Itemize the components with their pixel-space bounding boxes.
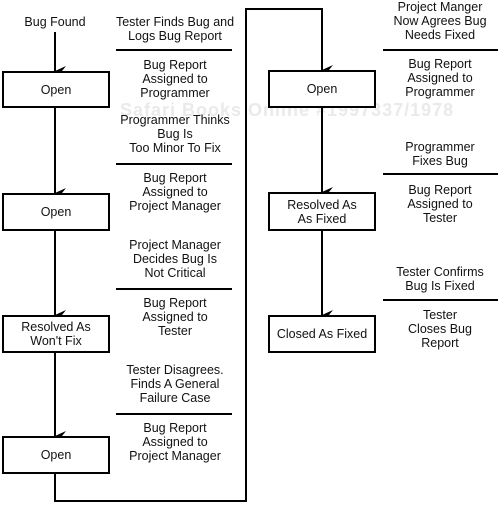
note: Tester Confirms Bug Is Fixed (396, 265, 484, 293)
state-box-closed-fixed: Closed As Fixed (268, 315, 376, 353)
note: Programmer Fixes Bug (405, 140, 475, 168)
note: Bug Report Assigned to Project Manager (129, 171, 221, 213)
state-box-resolved-fixed: Resolved As As Fixed (268, 192, 376, 231)
note: Project Manger Now Agrees Bug Needs Fixe… (393, 0, 487, 42)
note: Bug Report Assigned to Project Manager (129, 421, 221, 463)
note: Bug Report Assigned to Programmer (405, 57, 475, 99)
note: Bug Report Assigned to Tester (142, 296, 208, 338)
note: Tester Disagrees. Finds A General Failur… (126, 363, 224, 405)
state-box-open: Open (268, 70, 376, 108)
bug-lifecycle-diagram: Safari Books Online #1997337/1978 Bug Fo… (0, 0, 500, 505)
note: Programmer Thinks Bug Is Too Minor To Fi… (120, 113, 230, 155)
note: Project Manager Decides Bug Is Not Criti… (129, 238, 221, 280)
state-box-open: Open (2, 193, 110, 231)
note: Bug Report Assigned to Programmer (140, 58, 210, 100)
start-label: Bug Found (24, 15, 86, 29)
state-box-open: Open (2, 71, 110, 108)
state-box-resolved-wont-fix: Resolved As Won't Fix (2, 315, 110, 353)
note: Bug Report Assigned to Tester (407, 183, 473, 225)
state-box-open: Open (2, 436, 110, 474)
note: Tester Closes Bug Report (408, 308, 472, 350)
note: Tester Finds Bug and Logs Bug Report (115, 15, 235, 43)
